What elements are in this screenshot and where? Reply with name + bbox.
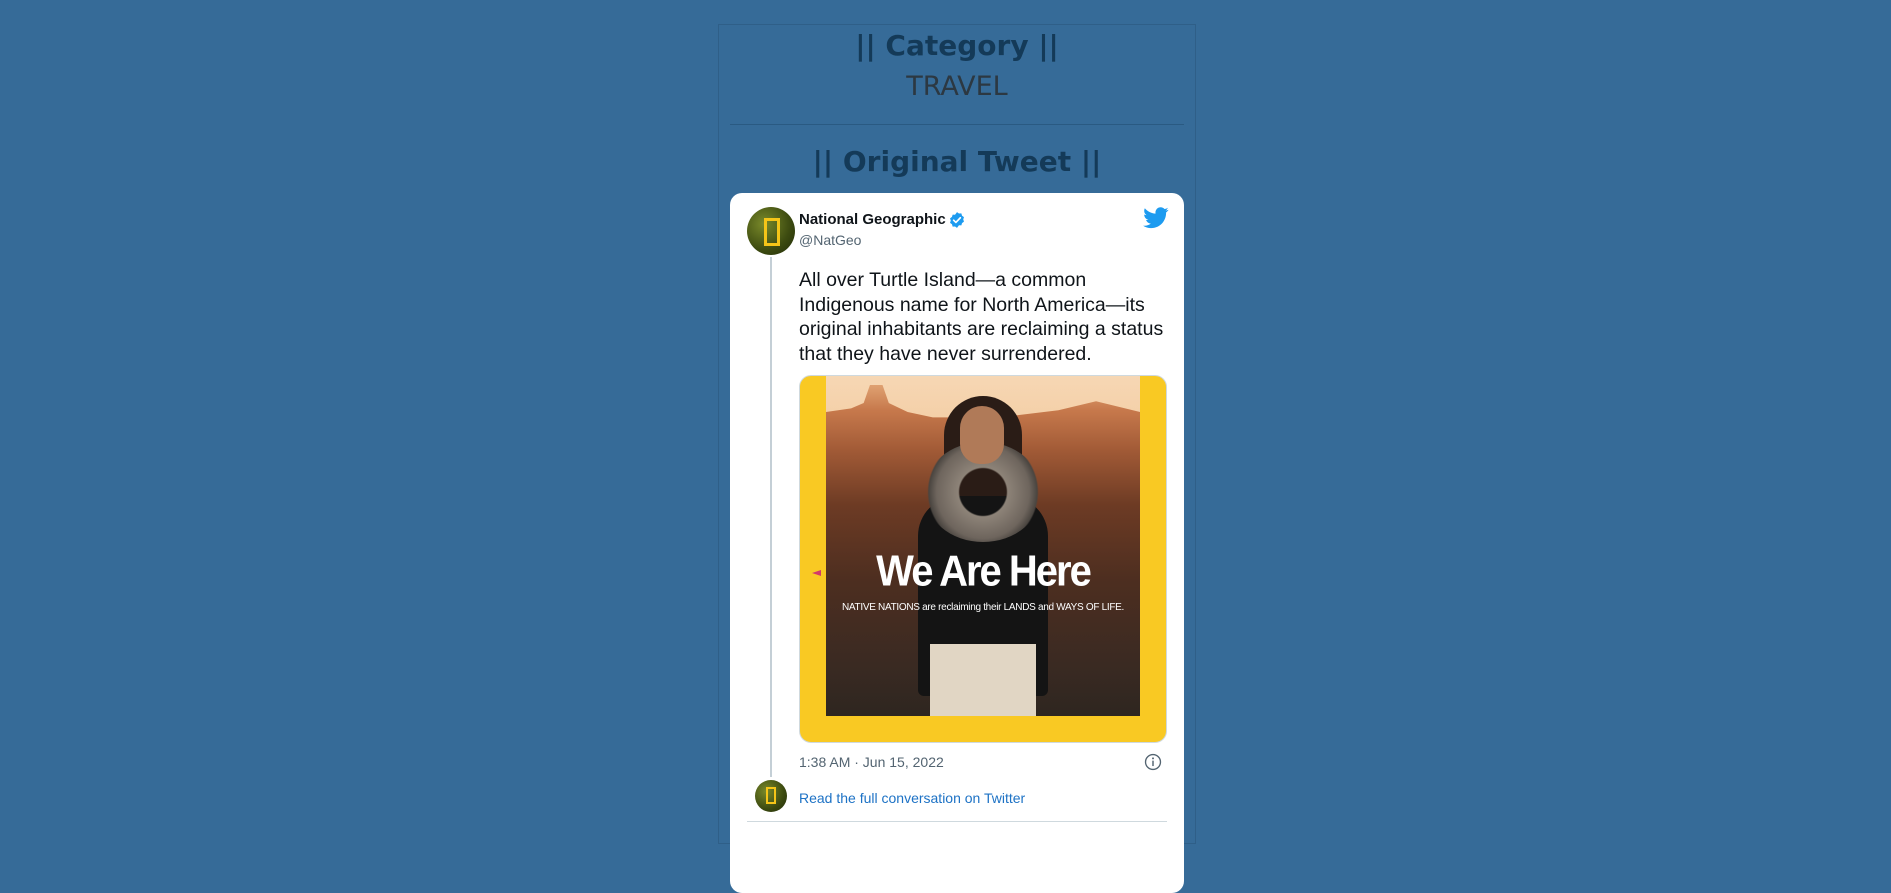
tweet-text: All over Turtle Island—a common Indigeno… bbox=[799, 269, 1164, 365]
cover-subtitle: NATIVE NATIONS are reclaiming their LAND… bbox=[841, 602, 1124, 613]
author-handle[interactable]: @NatGeo bbox=[799, 231, 861, 249]
tweet-card[interactable]: National Geographic @NatGeo All over Tur… bbox=[730, 193, 1184, 893]
category-value: TRAVEL bbox=[906, 71, 1008, 102]
category-heading: || Category || bbox=[855, 29, 1059, 62]
cover-title: We Are Here bbox=[876, 546, 1092, 596]
natgeo-logo-icon bbox=[766, 787, 776, 804]
twitter-bird-icon[interactable] bbox=[1143, 207, 1169, 229]
photo-person-skirt bbox=[930, 644, 1036, 716]
natgeo-logo-icon bbox=[764, 218, 780, 246]
section-divider bbox=[730, 124, 1184, 125]
author-avatar[interactable] bbox=[747, 207, 795, 255]
card-divider bbox=[747, 821, 1167, 822]
original-tweet-heading: || Original Tweet || bbox=[812, 145, 1102, 178]
magazine-cover-photo: We Are Here NATIVE NATIONS are reclaimin… bbox=[826, 376, 1140, 716]
tweet-timestamp[interactable]: 1:38 AM · Jun 15, 2022 bbox=[799, 753, 944, 771]
thread-line bbox=[770, 257, 772, 777]
cover-arrow-icon bbox=[812, 570, 821, 576]
verified-badge-icon bbox=[950, 212, 964, 228]
tweet-media[interactable]: We Are Here NATIVE NATIONS are reclaimin… bbox=[799, 375, 1167, 743]
info-icon[interactable] bbox=[1144, 753, 1162, 771]
tweet-panel: || Category || TRAVEL || Original Tweet … bbox=[718, 24, 1196, 893]
photo-person-face bbox=[960, 406, 1004, 464]
reply-avatar[interactable] bbox=[755, 780, 787, 812]
read-conversation-link[interactable]: Read the full conversation on Twitter bbox=[799, 789, 1025, 807]
author-name[interactable]: National Geographic bbox=[799, 210, 946, 230]
